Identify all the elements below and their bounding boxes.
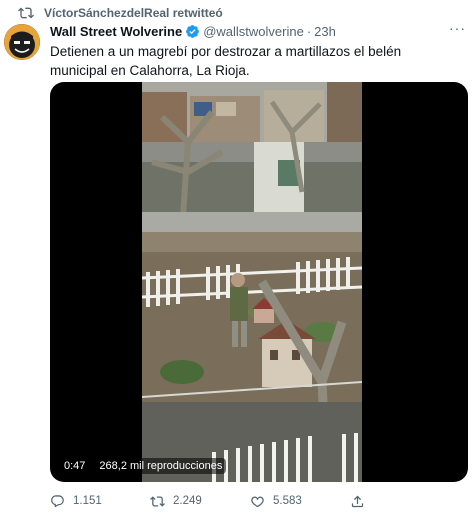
tweet-text: Detienen a un magrebí por destrozar a ma… (50, 44, 402, 78)
verified-badge-icon (186, 24, 200, 38)
retweet-action-icon (150, 495, 165, 507)
video-views: 268,2 mil reproducciones (95, 458, 227, 474)
reply-button[interactable]: 1.151 (50, 494, 150, 509)
video-duration: 0:47 (60, 458, 90, 474)
retweet-icon (18, 7, 34, 19)
video-frame[interactable] (142, 82, 362, 482)
share-icon (351, 495, 364, 507)
retweet-button[interactable]: 2.249 (150, 494, 250, 509)
reply-count: 1.151 (73, 495, 102, 507)
like-button[interactable]: 5.583 (250, 494, 350, 509)
video-player[interactable]: 0:47 268,2 mil reproducciones (50, 82, 468, 482)
separator: · (306, 23, 312, 39)
retweet-count: 2.249 (173, 495, 202, 507)
reply-icon (51, 494, 64, 507)
like-count: 5.583 (273, 495, 302, 507)
share-button[interactable] (350, 494, 450, 509)
display-name[interactable]: Wall Street Wolverine (50, 24, 182, 39)
handle[interactable]: @wallstwolverine (203, 24, 304, 39)
heart-icon (251, 496, 264, 507)
more-options-button[interactable]: ··· (449, 20, 466, 36)
timestamp[interactable]: 23h (314, 24, 336, 39)
retweet-suffix: retwitteó (172, 6, 223, 20)
retweeter-name[interactable]: VíctorSánchezdelReal (44, 6, 169, 20)
avatar[interactable] (4, 24, 40, 60)
video-meta: 0:47 268,2 mil reproducciones (60, 458, 227, 474)
retweet-context: VíctorSánchezdelReal retwitteó (18, 4, 223, 22)
tweet-actions: 1.151 2.249 5.583 (50, 491, 450, 511)
tweet-header: Wall Street Wolverine @wallstwolverine ·… (50, 22, 336, 40)
